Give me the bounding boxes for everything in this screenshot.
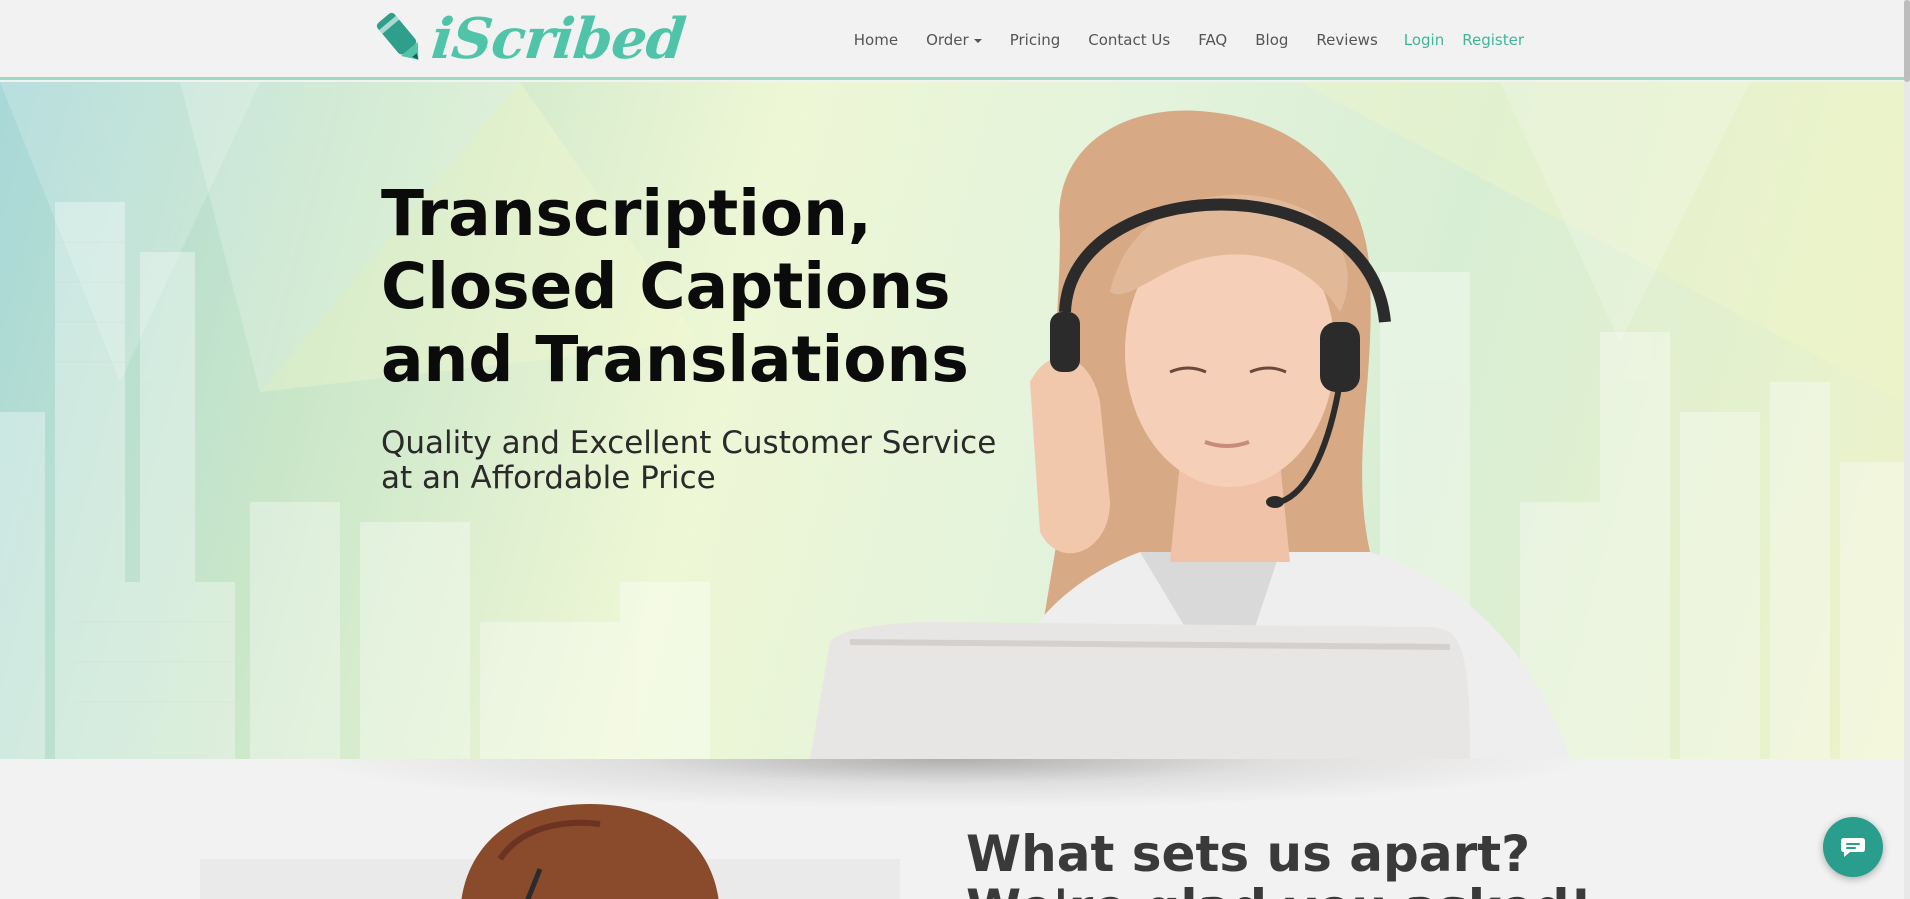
chat-button[interactable]	[1823, 817, 1883, 877]
caret-down-icon	[973, 39, 982, 43]
nav-order-label: Order	[926, 31, 969, 49]
nav-home[interactable]: Home	[840, 31, 912, 49]
features-heading: What sets us apart? We're glad you asked…	[966, 827, 1592, 899]
pen-icon	[376, 12, 419, 60]
nav-blog[interactable]: Blog	[1241, 31, 1302, 49]
support-agent-image	[810, 110, 1570, 759]
login-link[interactable]: Login	[1392, 31, 1450, 49]
brand-name: iScribed	[428, 6, 688, 72]
nav-pricing[interactable]: Pricing	[996, 31, 1075, 49]
page-scrollbar[interactable]	[1904, 0, 1910, 899]
top-navbar: iScribed Home Order Pricing Contact Us F…	[0, 0, 1910, 80]
nav-contact-us[interactable]: Contact Us	[1074, 31, 1184, 49]
brand-logo[interactable]: iScribed	[374, 6, 688, 72]
features-section: What sets us apart? We're glad you asked…	[0, 759, 1904, 899]
features-heading-line-2: We're glad you asked!	[966, 881, 1592, 899]
register-link[interactable]: Register	[1450, 31, 1530, 49]
nav-order[interactable]: Order	[912, 31, 996, 49]
team-photo-image	[200, 804, 900, 899]
scrollbar-thumb[interactable]	[1904, 0, 1910, 82]
nav-faq[interactable]: FAQ	[1184, 31, 1241, 49]
main-nav: Home Order Pricing Contact Us FAQ Blog R…	[840, 0, 1530, 80]
features-heading-line-1: What sets us apart?	[966, 825, 1531, 883]
hero-banner: Transcription, Closed Captions and Trans…	[0, 82, 1904, 759]
nav-reviews[interactable]: Reviews	[1302, 31, 1391, 49]
chat-bubble-icon	[1841, 838, 1865, 857]
